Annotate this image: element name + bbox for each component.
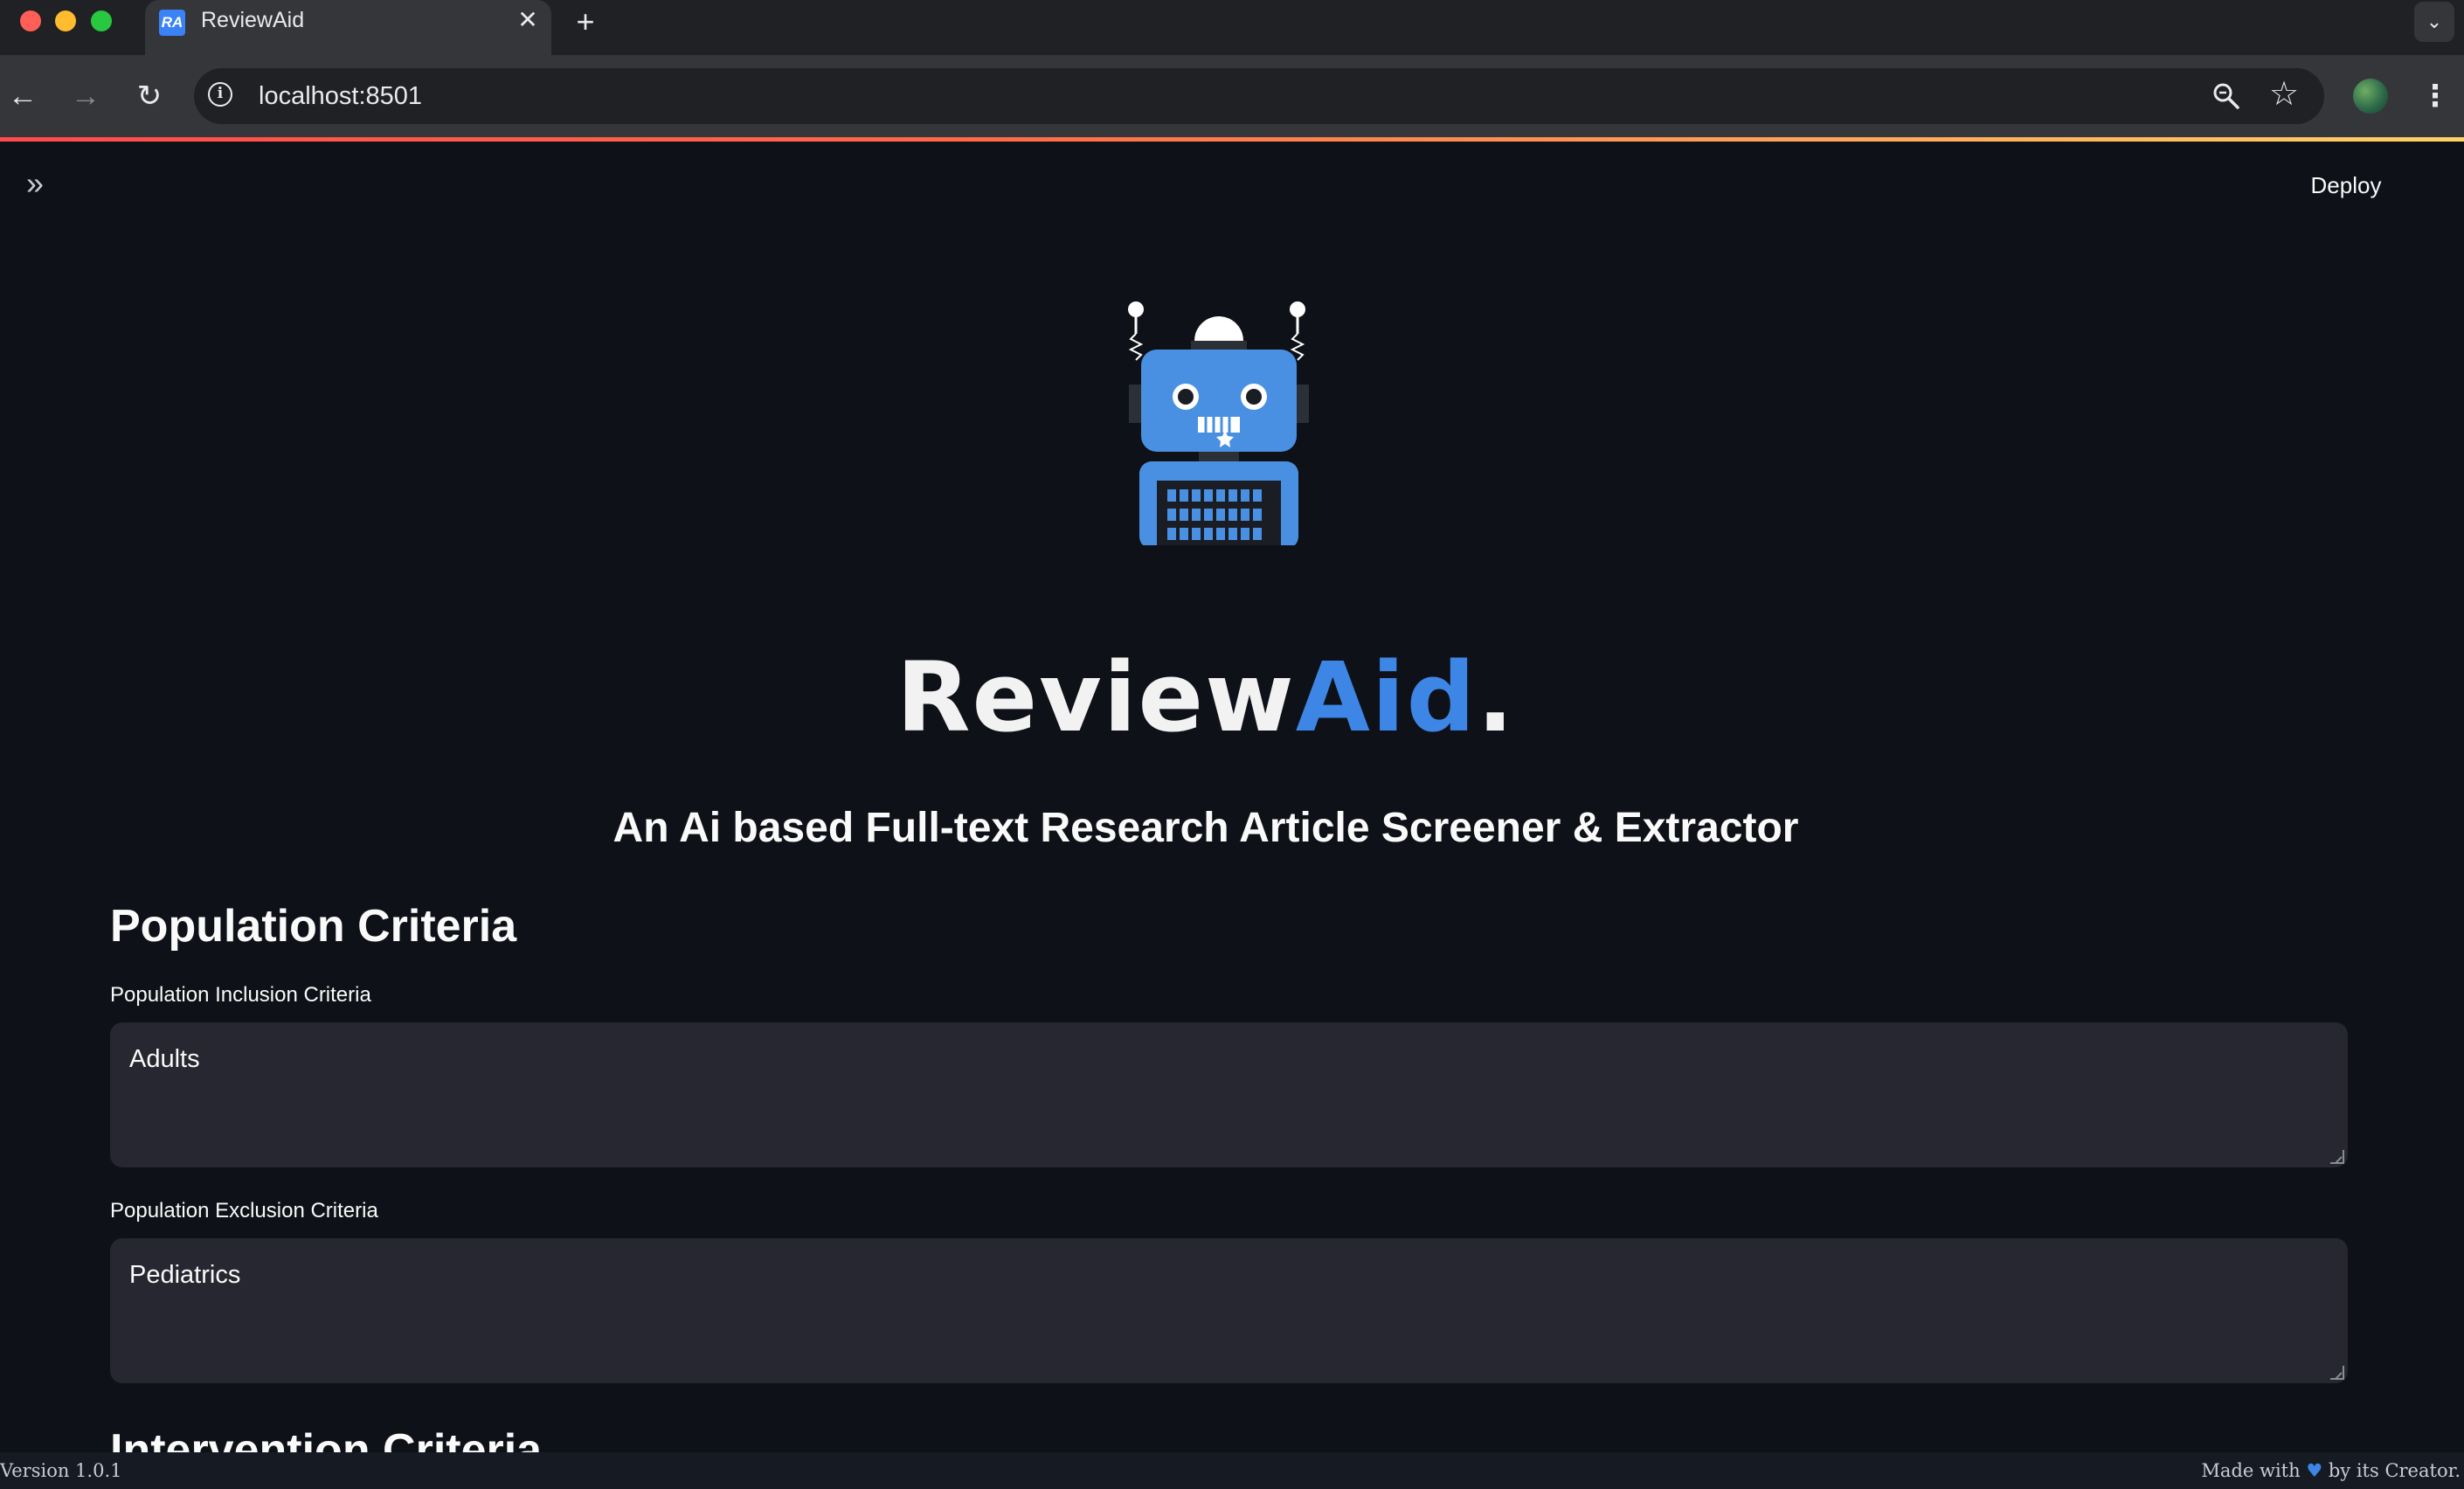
robot-logo	[1128, 301, 1309, 545]
kebab-menu-icon[interactable]: ⋮	[2420, 76, 2450, 116]
window-close-button[interactable]	[20, 10, 41, 31]
app-header-decoration	[0, 137, 2464, 142]
window-maximize-button[interactable]	[91, 10, 112, 31]
made-with-prefix: Made with	[2201, 1460, 2301, 1481]
profile-avatar[interactable]	[2353, 79, 2388, 114]
population-inclusion-value[interactable]: Adults	[129, 1045, 200, 1073]
url-text[interactable]: localhost:8501	[259, 80, 422, 112]
star-icon[interactable]: ☆	[2267, 77, 2301, 112]
window-minimize-button[interactable]	[55, 10, 76, 31]
population-exclusion-value[interactable]: Pediatrics	[129, 1261, 240, 1289]
zoom-icon[interactable]	[2211, 80, 2242, 112]
version-text: Version 1.0.1	[0, 1460, 122, 1481]
arrow-right-icon[interactable]: →	[66, 76, 106, 116]
info-icon[interactable]: i	[208, 82, 232, 107]
made-with-text: Made with ♥ by its Creator.	[2201, 1452, 2461, 1489]
app-footer: Version 1.0.1 Made with ♥ by its Creator…	[0, 1452, 2464, 1489]
app-title-dot: .	[1477, 641, 1516, 753]
browser-tab-bar: RA ReviewAid ✕ + ⌄	[0, 0, 2464, 55]
population-inclusion-label: Population Inclusion Criteria	[110, 983, 371, 1007]
resize-handle-icon[interactable]	[2330, 1150, 2344, 1164]
arrow-left-icon[interactable]: ←	[3, 76, 43, 116]
deploy-button[interactable]: Deploy	[2298, 166, 2394, 204]
favicon-icon: RA	[159, 10, 185, 36]
made-with-suffix: by its Creator.	[2328, 1460, 2461, 1481]
address-bar[interactable]: i localhost:8501 ☆	[194, 68, 2324, 124]
browser-toolbar: ← → ↻ i localhost:8501 ☆ ⋮	[0, 55, 2464, 137]
resize-handle-icon[interactable]	[2330, 1366, 2344, 1380]
browser-tab[interactable]: RA ReviewAid ✕	[145, 0, 551, 55]
section-heading-population: Population Criteria	[110, 901, 517, 952]
app-title: ReviewAid.	[0, 627, 2412, 767]
plus-icon[interactable]: +	[568, 4, 603, 39]
close-icon[interactable]: ✕	[513, 5, 543, 35]
app-subtitle: An Ai based Full-text Research Article S…	[613, 805, 1799, 851]
chevron-down-icon[interactable]: ⌄	[2414, 2, 2454, 42]
population-inclusion-textarea[interactable]: Adults	[110, 1022, 2348, 1167]
sidebar-expand-icon[interactable]: »	[19, 168, 51, 199]
population-exclusion-label: Population Exclusion Criteria	[110, 1199, 378, 1222]
app-title-aid: Aid	[1295, 641, 1478, 753]
population-exclusion-textarea[interactable]: Pediatrics	[110, 1238, 2348, 1383]
heart-icon: ♥	[2306, 1460, 2323, 1481]
reload-icon[interactable]: ↻	[129, 76, 170, 116]
tab-title: ReviewAid	[201, 8, 305, 32]
app-title-review: Review	[896, 641, 1296, 753]
